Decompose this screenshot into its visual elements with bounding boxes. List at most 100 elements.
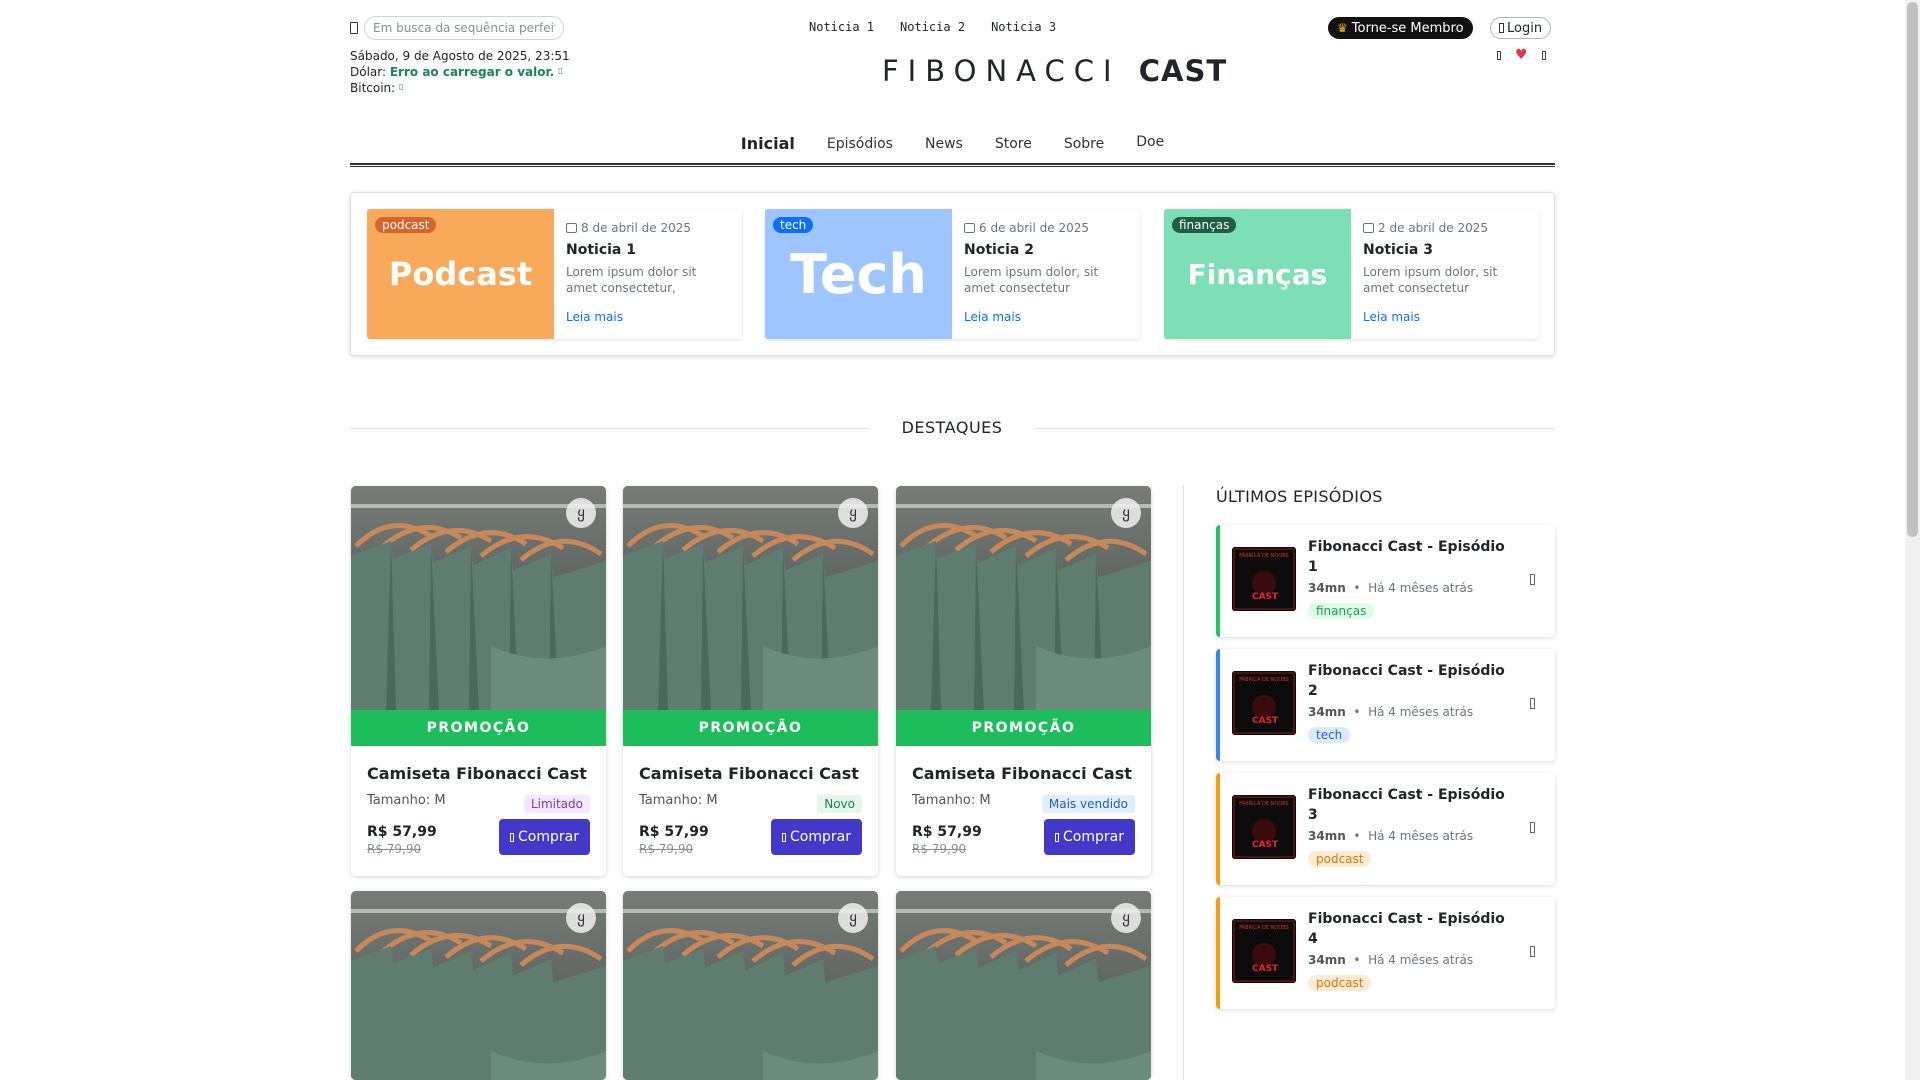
nav-item-store[interactable]: Store (979, 130, 1048, 159)
favorite-icon[interactable]: ყ (1111, 903, 1141, 933)
search-icon (350, 22, 358, 34)
heart-icon[interactable]: ♥ (1515, 48, 1528, 62)
product-body: Camiseta Fibonacci Cast Tamanho: M Novo … (623, 746, 878, 876)
news-card[interactable]: podcast Podcast 8 de abril de 2025 Notic… (367, 209, 742, 339)
bitcoin-rate: Bitcoin: ▯ (350, 81, 403, 95)
news-thumb: tech Tech (765, 209, 952, 339)
play-icon[interactable] (1530, 946, 1535, 957)
brand-bold: CAST (1138, 54, 1228, 88)
news-body: 8 de abril de 2025 Noticia 1 Lorem ipsum… (554, 209, 742, 339)
svg-text:FÁBRICA DE NOOBS: FÁBRICA DE NOOBS (1239, 924, 1288, 931)
brand-light: FIBONACCI (882, 54, 1121, 88)
episode-cover: FÁBRICA DE NOOBS CAST (1232, 919, 1296, 983)
news-card[interactable]: tech Tech 6 de abril de 2025 Noticia 2 L… (765, 209, 1140, 339)
favorite-icon[interactable]: ყ (1111, 498, 1141, 528)
episode-tag: podcast (1308, 975, 1372, 991)
episode-ago: Há 4 mêses atrás (1368, 705, 1474, 719)
news-body: 6 de abril de 2025 Noticia 2 Lorem ipsum… (952, 209, 1140, 339)
news-date-text: 8 de abril de 2025 (581, 221, 692, 235)
episode-title: Fibonacci Cast - Episódio 2 (1308, 663, 1505, 699)
buy-button[interactable]: Comprar (499, 819, 590, 855)
read-more-link[interactable]: Leia mais (964, 310, 1021, 324)
product-card[interactable]: ყ PROMOÇÃO Camiseta Fibonacci Cast Taman… (351, 486, 606, 876)
top-news-link-1[interactable]: Noticia 1 (809, 20, 874, 34)
news-date: 8 de abril de 2025 (566, 221, 730, 235)
divider-line (1034, 428, 1555, 429)
news-excerpt: Lorem ipsum dolor, sit amet consectetur … (964, 265, 1099, 295)
page-container: Sábado, 9 de Agosto de 2025, 23:51 Dólar… (350, 0, 1555, 1080)
favorite-icon[interactable]: ყ (566, 903, 596, 933)
current-date: Sábado, 9 de Agosto de 2025, 23:51 (350, 49, 570, 63)
episode-ago: Há 4 mêses atrás (1368, 829, 1474, 843)
episode-card[interactable]: FÁBRICA DE NOOBS CAST Fibonacci Cast - E… (1216, 525, 1555, 637)
nav-item-news[interactable]: News (909, 130, 979, 159)
product-card[interactable]: ყ PROMOÇÃO Camiseta Fibonacci Cast Taman… (623, 486, 878, 876)
product-card[interactable]: ყ (623, 891, 878, 1080)
product-price: R$ 57,99 (912, 824, 982, 840)
svg-text:CAST: CAST (1252, 716, 1279, 726)
login-icon (1499, 23, 1504, 33)
play-icon[interactable] (1530, 698, 1535, 709)
favorite-icon[interactable]: ყ (566, 498, 596, 528)
episode-meta: 34mn • Há 4 mêses atrás (1308, 581, 1474, 595)
news-title: Noticia 3 (1363, 242, 1433, 258)
member-label: Torne-se Membro (1351, 20, 1464, 36)
dolar-value: Erro ao carregar o valor. (389, 65, 555, 79)
news-thumb-text: Podcast (388, 255, 533, 293)
nav-item-doe[interactable]: Doe (1120, 130, 1180, 159)
play-icon[interactable] (1530, 822, 1535, 833)
episode-card[interactable]: FÁBRICA DE NOOBS CAST Fibonacci Cast - E… (1216, 773, 1555, 885)
news-title: Noticia 2 (964, 242, 1034, 258)
nav-item-episodios[interactable]: Episódios (811, 130, 909, 159)
search-area (350, 16, 564, 40)
episode-cover: FÁBRICA DE NOOBS CAST (1232, 547, 1296, 611)
product-card[interactable]: ყ PROMOÇÃO Camiseta Fibonacci Cast Taman… (896, 486, 1151, 876)
become-member-button[interactable]: ♛ Torne-se Membro (1328, 17, 1473, 39)
play-icon[interactable] (1530, 574, 1535, 585)
divider-line (350, 428, 870, 429)
product-price: R$ 57,99 (639, 824, 709, 840)
refresh-icon[interactable]: ▯ (558, 66, 562, 75)
favorite-icon[interactable]: ყ (838, 498, 868, 528)
product-old-price: R$ 79,90 (367, 842, 422, 856)
top-news-links: Noticia 1 Noticia 2 Noticia 3 (809, 20, 1056, 34)
nav-item-sobre[interactable]: Sobre (1048, 130, 1120, 159)
episode-duration: 34mn (1308, 705, 1346, 719)
svg-text:FÁBRICA DE NOOBS: FÁBRICA DE NOOBS (1239, 552, 1288, 559)
top-news-link-2[interactable]: Noticia 2 (900, 20, 965, 34)
login-button[interactable]: Login (1490, 17, 1552, 39)
news-date-text: 2 de abril de 2025 (1378, 221, 1489, 235)
product-image: ყ (623, 486, 878, 710)
nav-item-inicial[interactable]: Inicial (725, 130, 811, 159)
product-card[interactable]: ყ (351, 891, 606, 1080)
scrollbar-thumb[interactable] (1907, 2, 1918, 537)
search-input[interactable] (364, 16, 564, 40)
product-card[interactable]: ყ (896, 891, 1151, 1080)
episode-title: Fibonacci Cast - Episódio 3 (1308, 787, 1505, 823)
nav-divider (350, 163, 1555, 167)
product-tag: Novo (817, 795, 862, 813)
episode-card[interactable]: FÁBRICA DE NOOBS CAST Fibonacci Cast - E… (1216, 897, 1555, 1009)
news-thumb-text: Tech (790, 242, 927, 306)
product-image: ყ (623, 891, 878, 1080)
login-label: Login (1507, 20, 1543, 36)
episode-meta: 34mn • Há 4 mêses atrás (1308, 829, 1474, 843)
top-news-link-3[interactable]: Noticia 3 (991, 20, 1056, 34)
buy-button[interactable]: Comprar (1044, 819, 1135, 855)
read-more-link[interactable]: Leia mais (566, 310, 623, 324)
buy-button[interactable]: Comprar (771, 819, 862, 855)
product-body: Camiseta Fibonacci Cast Tamanho: M Limit… (351, 746, 606, 876)
read-more-link[interactable]: Leia mais (1363, 310, 1420, 324)
news-category-badge: podcast (375, 217, 437, 233)
episode-card[interactable]: FÁBRICA DE NOOBS CAST Fibonacci Cast - E… (1216, 649, 1555, 761)
scrollbar-track[interactable] (1905, 0, 1920, 1080)
news-excerpt: Lorem ipsum dolor sit amet consectetur, … (566, 265, 697, 295)
social-icon-1[interactable] (1497, 50, 1501, 60)
favorite-icon[interactable]: ყ (838, 903, 868, 933)
site-logo[interactable]: FIBONACCI CAST (882, 54, 1227, 88)
svg-text:FÁBRICA DE NOOBS: FÁBRICA DE NOOBS (1239, 676, 1288, 683)
social-icon-2[interactable] (1541, 50, 1546, 60)
news-card[interactable]: finanças Finanças 2 de abril de 2025 Not… (1164, 209, 1539, 339)
news-title: Noticia 1 (566, 242, 636, 258)
episode-ago: Há 4 mêses atrás (1368, 953, 1474, 967)
